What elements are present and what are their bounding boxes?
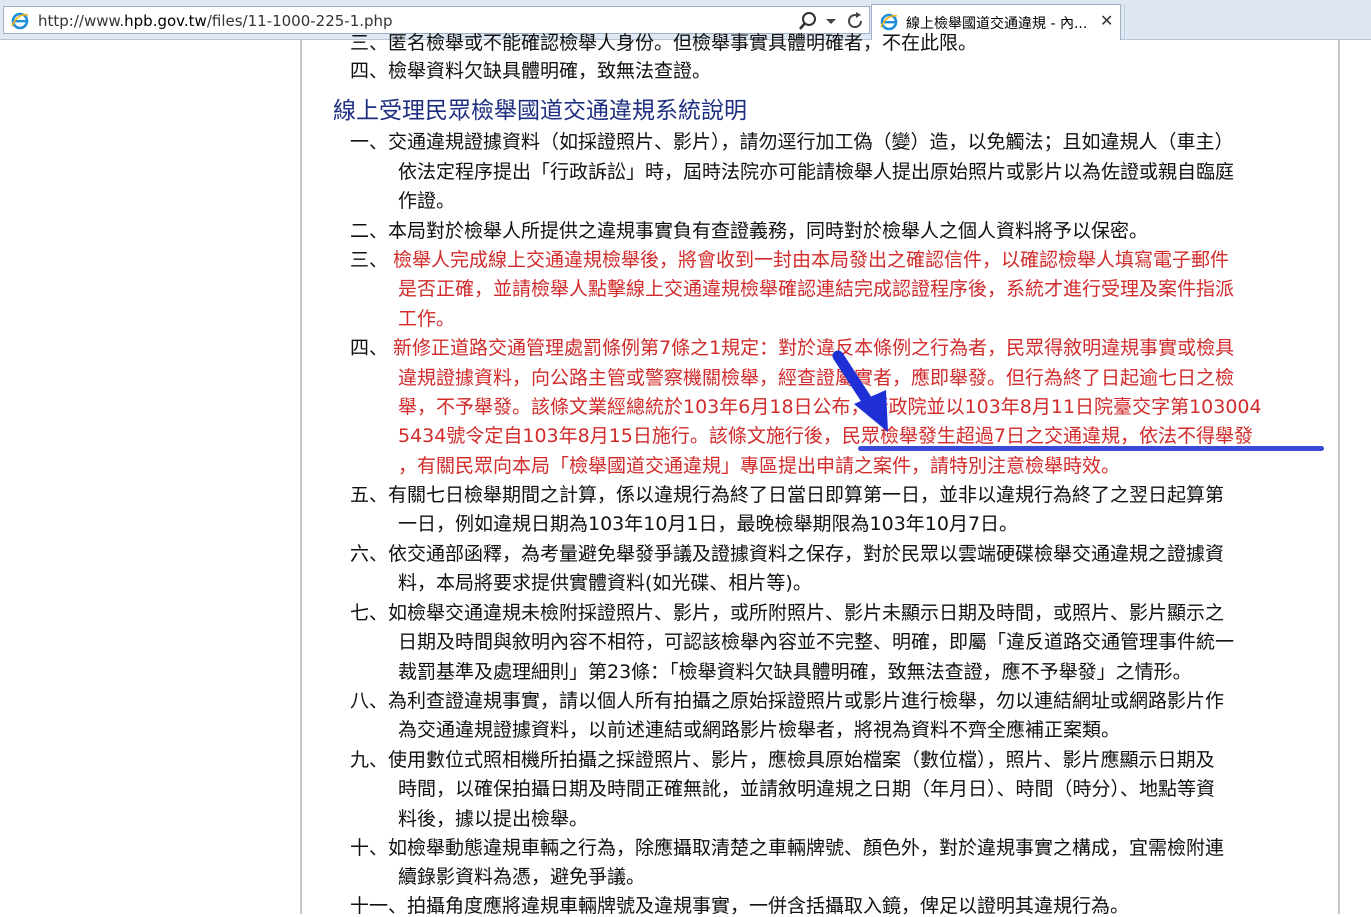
list-item-line: 料，本局將要求提供實體資料(如光碟、相片等)。 bbox=[398, 572, 812, 594]
list-item-line: 違規證據資料，向公路主管或警察機關檢舉，經查證屬實者，應即舉發。但行為終了日起逾… bbox=[398, 367, 1235, 389]
highlight-underline bbox=[858, 446, 1324, 451]
list-item-prefix: 三、 bbox=[350, 249, 389, 271]
list-item-line: 六、依交通部函釋，為考量避免舉發爭議及證據資料之保存，對於民眾以雲端硬碟檢舉交通… bbox=[350, 543, 1225, 565]
list-item-line: 二、本局對於檢舉人所提供之違規事實負有查證義務，同時對於檢舉人之個人資料將予以保… bbox=[350, 220, 1149, 242]
list-item-line: 料後，據以提出檢舉。 bbox=[398, 808, 589, 830]
refresh-icon[interactable] bbox=[844, 10, 866, 32]
list-item-line: 時間，以確保拍攝日期及時間正確無訛，並請敘明違規之日期（年月日）、時間（時分）、… bbox=[398, 778, 1216, 800]
list-item-line: 十、如檢舉動態違規車輛之行為，除應攝取清楚之車輛牌號、顏色外，對於違規事實之構成… bbox=[350, 837, 1225, 859]
tab-title: 線上檢舉國道交通違規 - 內... bbox=[906, 16, 1088, 32]
ie-logo-icon bbox=[11, 12, 29, 30]
ie-logo-icon bbox=[880, 13, 898, 31]
list-item: 四、檢舉資料欠缺具體明確，致無法查證。 bbox=[350, 60, 712, 82]
list-item-line: 作證。 bbox=[398, 190, 456, 212]
list-item-line: 是否正確，並請檢舉人點擊線上交通違規檢舉確認連結完成認證程序後，系統才進行受理及… bbox=[398, 278, 1235, 300]
list-item-line: 五、有關七日檢舉期間之計算，係以違規行為終了日當日即算第一日，並非以違規行為終了… bbox=[350, 484, 1225, 506]
section-title: 線上受理民眾檢舉國道交通違規系統說明 bbox=[333, 98, 747, 124]
list-item-line: ，有關民眾向本局「檢舉國道交通違規」專區提出申請之案件，請特別注意檢舉時效。 bbox=[398, 455, 1121, 477]
list-item-line: 工作。 bbox=[398, 308, 456, 330]
list-item-line: 5434號令定自103年8月15日施行。該條文施行後，民眾檢舉發生超過7日之交通… bbox=[398, 425, 1253, 447]
list-item-prefix: 四、 bbox=[350, 337, 389, 359]
list-item-line: 新修正道路交通管理處罰條例第7條之1規定：對於違反本條例之行為者，民眾得敘明違規… bbox=[393, 337, 1235, 359]
arrow-annotation-icon bbox=[832, 350, 888, 432]
list-item-line: 八、為利查證違規事實，請以個人所有拍攝之原始採證照片或影片進行檢舉，勿以連結網址… bbox=[350, 690, 1225, 712]
list-item-line: 依法定程序提出「行政訴訟」時，屆時法院亦可能請檢舉人提出原始照片或影片以為佐證或… bbox=[398, 161, 1235, 183]
list-item-line: 續錄影資料為憑，避免爭議。 bbox=[398, 866, 646, 888]
url-path: /files/11-1000-225-1.php bbox=[206, 12, 393, 30]
list-item-line: 九、使用數位式照相機所拍攝之採證照片、影片，應檢具原始檔案（數位檔），照片、影片… bbox=[350, 749, 1215, 771]
list-item-line: 十一、拍攝角度應將違規車輛牌號及違規事實，一併含括攝取入鏡，俾足以證明其違規行為… bbox=[350, 895, 1130, 917]
search-icon[interactable] bbox=[797, 10, 819, 32]
list-item-line: 檢舉人完成線上交通違規檢舉後，將會收到一封由本局發出之確認信件，以確認檢舉人填寫… bbox=[393, 249, 1230, 271]
address-bar[interactable]: http://www.hpb.gov.tw/files/11-1000-225-… bbox=[3, 6, 870, 34]
partial-list-item: 三、匿名檢舉或不能確認檢舉人身份。但檢舉事實具體明確者，不在此限。 bbox=[350, 32, 978, 54]
new-tab-area[interactable] bbox=[1124, 4, 1155, 40]
list-item-line: 一、交通違規證據資料（如採證照片、影片），請勿逕行加工偽（變）造，以免觸法；且如… bbox=[350, 131, 1234, 153]
url-prefix: http://www. bbox=[38, 12, 125, 30]
left-margin bbox=[0, 40, 300, 914]
list-item-line: 一日，例如違規日期為103年10月1日，最晚檢舉期限為103年10月7日。 bbox=[398, 513, 1019, 535]
url-text[interactable]: http://www.hpb.gov.tw/files/11-1000-225-… bbox=[38, 12, 393, 30]
list-item-line: 日期及時間與敘明內容不相符，可認該檢舉內容並不完整、明確，即屬「違反道路交通管理… bbox=[398, 631, 1235, 653]
right-margin bbox=[1340, 40, 1371, 914]
list-item-line: 為交通違規證據資料，以前述連結或網路影片檢舉者，將視為資料不齊全應補正案類。 bbox=[398, 719, 1121, 741]
list-item-line: 裁罰基準及處理細則」第23條：「檢舉資料欠缺具體明確，致無法查證，應不予舉發」之… bbox=[398, 661, 1192, 683]
list-item-line: 七、如檢舉交通違規未檢附採證照片、影片，或所附照片、影片未顯示日期及時間，或照片… bbox=[350, 602, 1225, 624]
close-icon[interactable]: ✕ bbox=[1100, 11, 1113, 30]
url-host: hpb.gov.tw bbox=[124, 12, 207, 30]
chevron-down-icon[interactable] bbox=[824, 10, 838, 32]
